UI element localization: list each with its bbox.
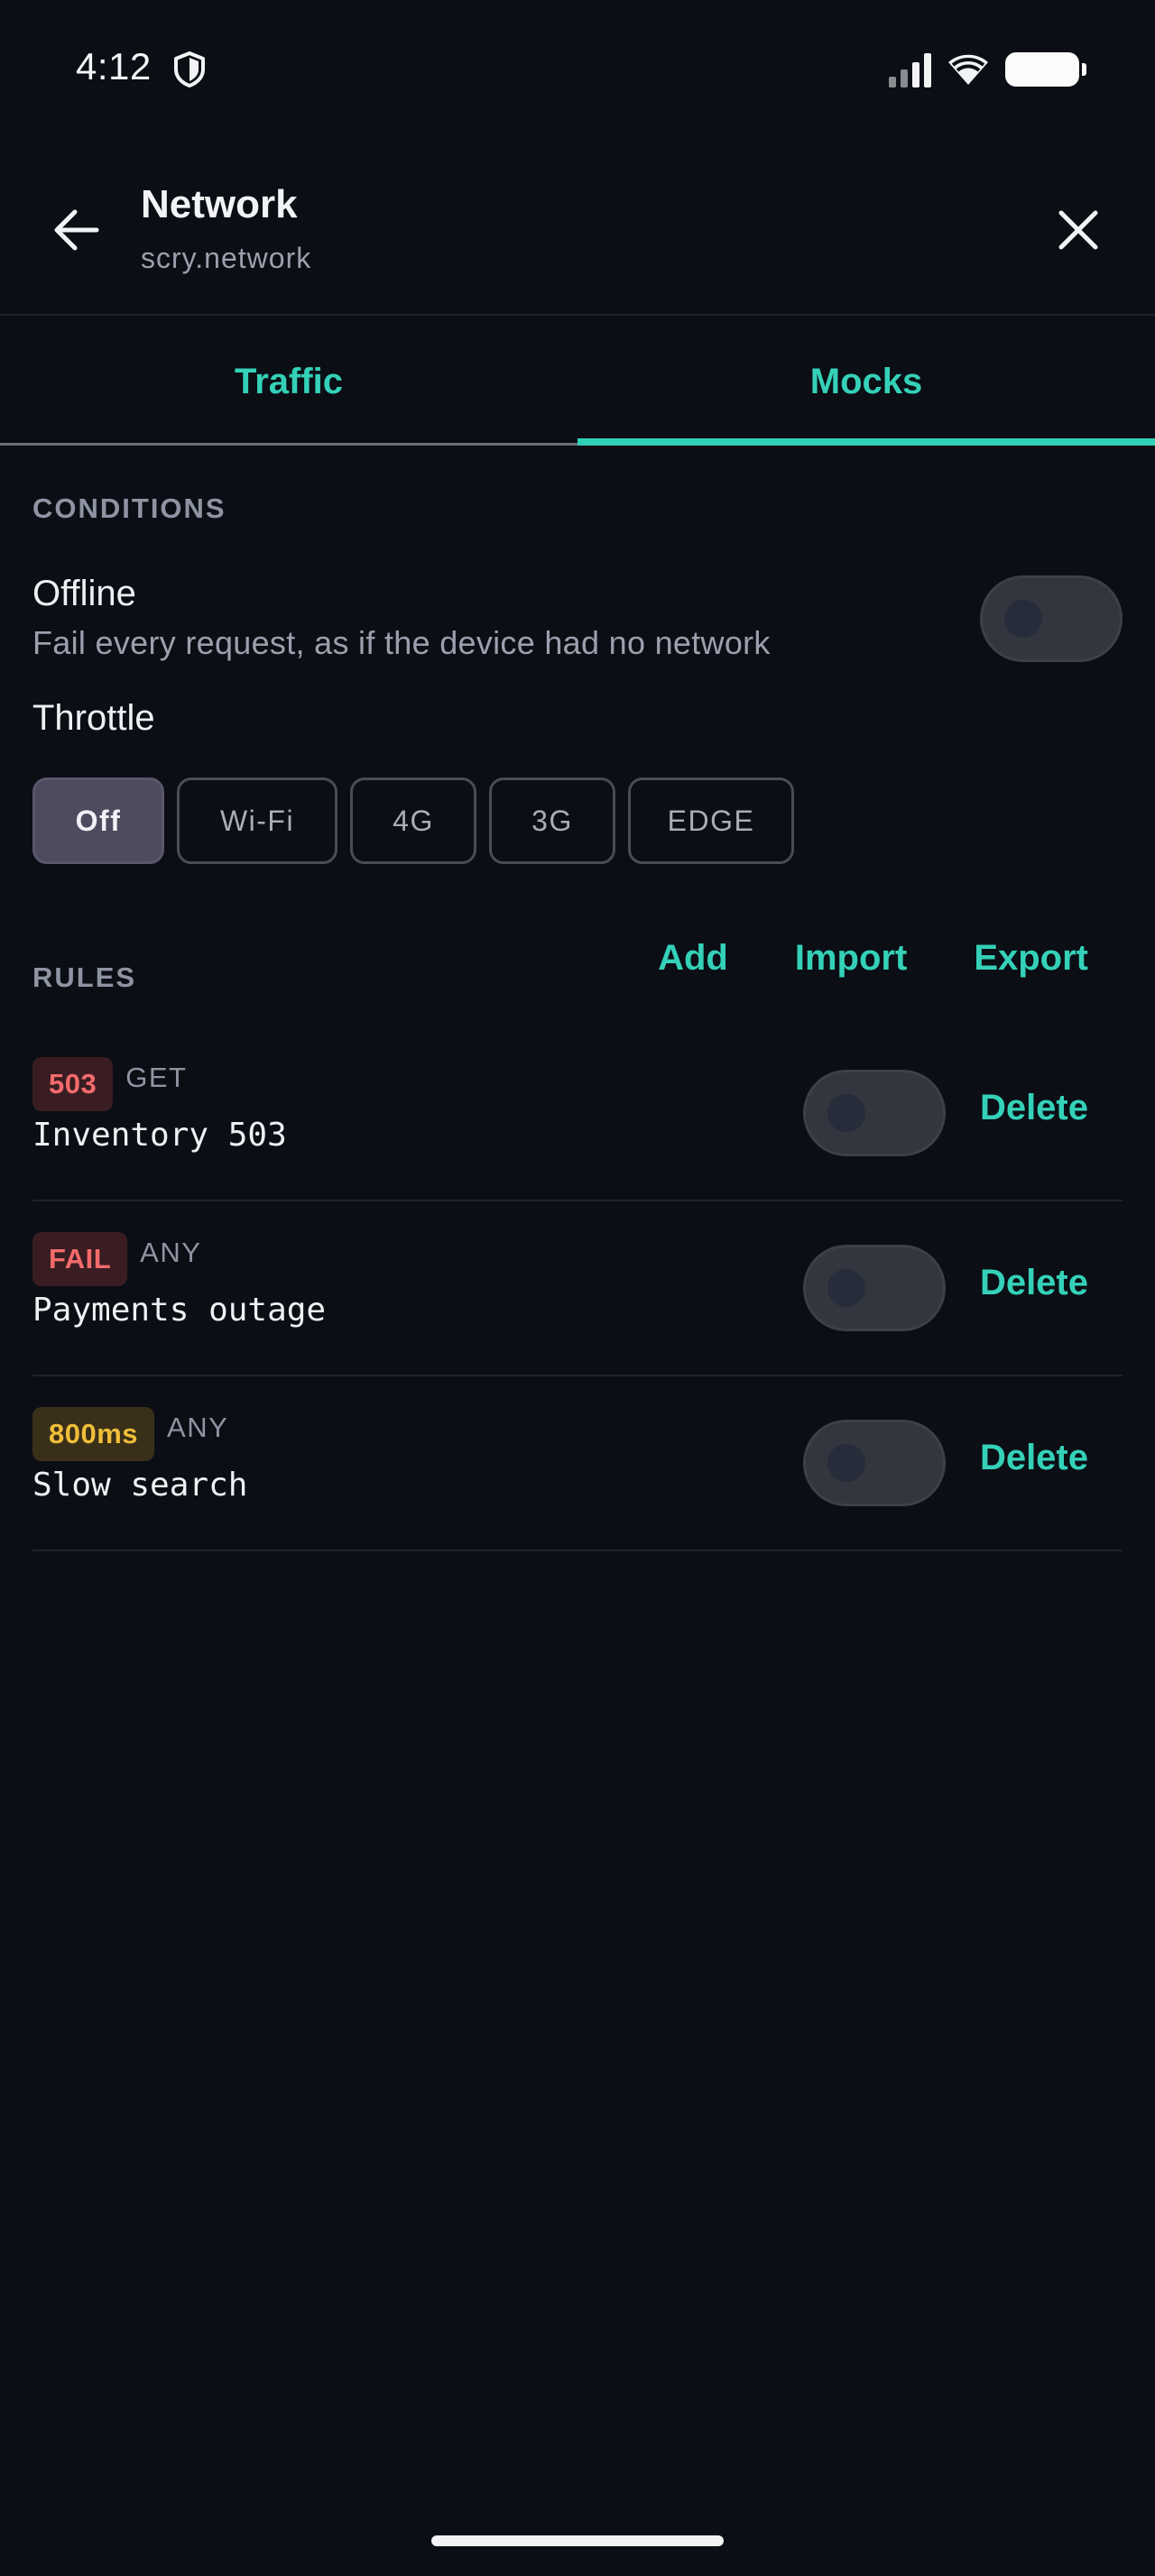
toggle-knob xyxy=(827,1444,865,1482)
rule-toggle[interactable] xyxy=(803,1245,946,1331)
toggle-knob xyxy=(827,1094,865,1132)
status-badge: 503 xyxy=(32,1057,114,1111)
app-header: Network scry.network xyxy=(0,144,1155,316)
arrow-left-icon xyxy=(54,209,99,251)
delete-rule-button[interactable]: Delete xyxy=(980,1088,1088,1128)
import-rules-button[interactable]: Import xyxy=(795,938,907,979)
throttle-option-4g[interactable]: 4G xyxy=(350,777,476,864)
rules-section-label: RULES xyxy=(32,961,137,993)
rules-actions: Add Import Export xyxy=(658,938,1088,979)
rule-name: Payments outage xyxy=(32,1292,327,1329)
status-icons xyxy=(889,51,1086,88)
offline-description: Fail every request, as if the device had… xyxy=(32,624,771,661)
toggle-knob xyxy=(827,1269,865,1307)
close-icon xyxy=(1058,210,1098,250)
throttle-option-off[interactable]: Off xyxy=(32,777,164,864)
tab-bar: Traffic Mocks xyxy=(0,317,1155,446)
offline-toggle[interactable] xyxy=(980,575,1123,662)
throttle-title: Throttle xyxy=(32,698,155,738)
throttle-options: Off Wi-Fi 4G 3G EDGE xyxy=(32,777,794,864)
page-subtitle: scry.network xyxy=(141,242,312,274)
rule-row: 800ms ANY Slow search Delete xyxy=(32,1376,1123,1551)
rule-row: 503 GET Inventory 503 Delete xyxy=(32,1026,1123,1201)
tab-label: Traffic xyxy=(234,361,344,401)
rule-toggle[interactable] xyxy=(803,1420,946,1506)
rule-method: ANY xyxy=(140,1237,202,1268)
battery-icon xyxy=(1005,52,1086,87)
rule-toggle[interactable] xyxy=(803,1070,946,1156)
rule-name: Slow search xyxy=(32,1467,248,1504)
rule-meta: FAIL ANY xyxy=(32,1232,201,1286)
close-button[interactable] xyxy=(1038,189,1119,271)
status-bar: 4:12 xyxy=(0,0,1155,135)
rule-meta: 503 GET xyxy=(32,1057,187,1111)
delete-rule-button[interactable]: Delete xyxy=(980,1263,1088,1303)
tab-traffic[interactable]: Traffic xyxy=(0,317,578,446)
wifi-icon xyxy=(948,54,988,85)
rule-method: ANY xyxy=(167,1412,229,1443)
cell-signal-icon xyxy=(889,51,931,87)
conditions-section-label: CONDITIONS xyxy=(32,492,226,524)
rule-row: FAIL ANY Payments outage Delete xyxy=(32,1201,1123,1376)
delete-rule-button[interactable]: Delete xyxy=(980,1438,1088,1478)
rule-method: GET xyxy=(125,1062,188,1093)
back-button[interactable] xyxy=(36,189,117,271)
status-badge: 800ms xyxy=(32,1407,155,1461)
add-rule-button[interactable]: Add xyxy=(658,938,728,979)
toggle-knob xyxy=(1004,600,1042,638)
throttle-option-wifi[interactable]: Wi-Fi xyxy=(177,777,337,864)
status-time: 4:12 xyxy=(76,45,152,87)
tab-mocks[interactable]: Mocks xyxy=(578,317,1155,446)
offline-title: Offline xyxy=(32,574,136,613)
rule-meta: 800ms ANY xyxy=(32,1407,228,1461)
home-indicator[interactable] xyxy=(431,2535,724,2546)
tab-underline xyxy=(0,443,578,446)
tab-label: Mocks xyxy=(809,361,923,401)
throttle-option-3g[interactable]: 3G xyxy=(489,777,615,864)
export-rules-button[interactable]: Export xyxy=(974,938,1088,979)
rule-name: Inventory 503 xyxy=(32,1117,287,1154)
throttle-option-edge[interactable]: EDGE xyxy=(628,777,794,864)
shield-icon xyxy=(174,51,205,87)
status-badge: FAIL xyxy=(32,1232,128,1286)
page-title: Network xyxy=(141,182,298,226)
tab-underline-active xyxy=(578,438,1155,446)
